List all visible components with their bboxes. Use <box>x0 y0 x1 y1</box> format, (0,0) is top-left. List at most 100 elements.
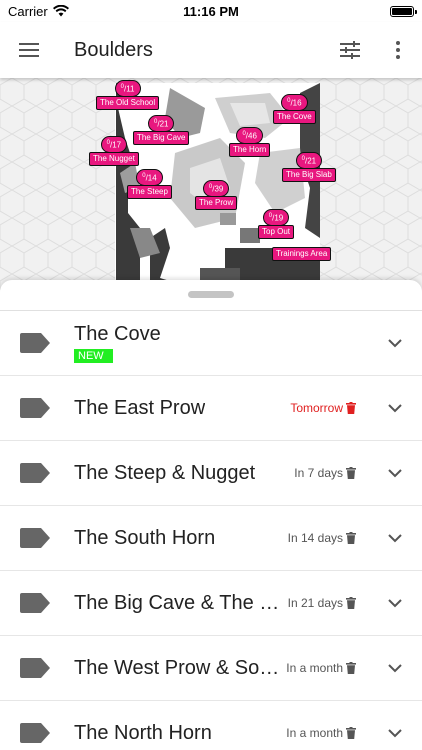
reset-date-label: In 21 days <box>287 596 343 610</box>
reset-date: In a month <box>286 726 356 740</box>
marker-label: The Horn <box>229 142 271 157</box>
list-item[interactable]: The Cove NEW <box>0 311 422 376</box>
hamburger-menu-icon <box>19 43 39 57</box>
reset-date: In 7 days <box>294 466 356 480</box>
label-tag-icon <box>20 463 50 483</box>
marker-label: Trainings Area <box>272 247 332 261</box>
wall-list: The Cove NEW The East Prow Tomorrow The … <box>0 311 422 750</box>
trash-icon <box>346 727 356 739</box>
marker-label: The Prow <box>195 195 238 210</box>
chevron-down-icon[interactable] <box>388 402 402 414</box>
list-item-title: The East Prow <box>74 396 206 419</box>
marker-label: The Nugget <box>89 151 139 166</box>
list-item-text: The North Horn <box>74 701 212 750</box>
more-options-button[interactable] <box>374 22 422 78</box>
list-item-text: The Cove NEW <box>74 311 161 375</box>
list-item-title: The West Prow & South Horn <box>74 656 284 679</box>
marker-progress-badge: 0/16 <box>281 94 308 111</box>
status-bar: Carrier 11:16 PM <box>0 0 422 22</box>
map-marker[interactable]: 0/19 Top Out <box>258 209 295 239</box>
drag-handle[interactable] <box>188 291 234 298</box>
list-item-title: The Big Cave & The Old School <box>74 591 284 614</box>
filter-button[interactable] <box>326 22 374 78</box>
list-item[interactable]: The South Horn In 14 days <box>0 506 422 571</box>
chevron-down-icon[interactable] <box>388 662 402 674</box>
more-vert-icon <box>396 41 400 59</box>
map-marker[interactable]: 0/16 The Cove <box>273 94 316 124</box>
status-left: Carrier <box>8 4 148 19</box>
label-tag-icon <box>20 723 50 743</box>
list-item[interactable]: The Steep & Nugget In 7 days <box>0 441 422 506</box>
list-item-text: The Big Cave & The Old School <box>74 571 284 635</box>
status-right <box>274 5 417 17</box>
marker-progress-badge: 0/11 <box>114 80 141 97</box>
gym-map[interactable]: 0/11 The Old School 0/21 The Big Cave 0/… <box>0 78 422 290</box>
tune-icon <box>340 41 360 59</box>
map-marker[interactable]: 0/21 The Big Cave <box>133 115 190 145</box>
reset-date-label: In a month <box>286 661 343 675</box>
map-marker[interactable]: 0/11 The Old School <box>96 80 160 110</box>
label-tag-icon <box>20 333 50 353</box>
chevron-down-icon[interactable] <box>388 532 402 544</box>
menu-button[interactable] <box>0 22 58 78</box>
marker-progress-badge: 0/14 <box>136 169 163 186</box>
reset-date-label: In 7 days <box>294 466 343 480</box>
list-item-text: The Steep & Nugget <box>74 441 255 505</box>
reset-date-label: In 14 days <box>287 531 343 545</box>
label-tag-icon <box>20 593 50 613</box>
map-marker[interactable]: 0/46 The Horn <box>229 127 271 157</box>
reset-date: In 21 days <box>288 596 356 610</box>
list-item-title: The South Horn <box>74 526 216 549</box>
label-tag-icon <box>20 398 50 418</box>
list-item[interactable]: The North Horn In a month <box>0 701 422 750</box>
trash-icon <box>346 467 356 479</box>
carrier-label: Carrier <box>8 3 48 19</box>
marker-label: The Steep <box>127 184 172 199</box>
marker-progress-badge: 0/46 <box>236 127 263 144</box>
reset-date-label: Tomorrow <box>290 401 343 415</box>
label-tag-icon <box>20 658 50 678</box>
status-time: 11:16 PM <box>183 3 239 19</box>
marker-label: The Old School <box>96 95 160 110</box>
reset-date: In 14 days <box>288 531 356 545</box>
marker-progress-badge: 0/21 <box>295 152 323 169</box>
chevron-down-icon[interactable] <box>388 337 402 349</box>
bottom-sheet: The Cove NEW The East Prow Tomorrow The … <box>0 280 422 750</box>
marker-label: Top Out <box>258 224 295 239</box>
map-marker[interactable]: 0/39 The Prow <box>195 180 238 210</box>
list-item[interactable]: The Big Cave & The Old School In 21 days <box>0 571 422 636</box>
marker-progress-badge: 0/39 <box>202 180 230 197</box>
list-item-title: The North Horn <box>74 721 212 744</box>
marker-label: The Big Slab <box>282 167 336 182</box>
page-title: Boulders <box>74 38 153 61</box>
wifi-icon <box>52 5 69 17</box>
trash-icon <box>346 402 356 414</box>
list-item-text: The West Prow & South Horn <box>74 636 284 700</box>
marker-label: The Big Cave <box>133 130 190 145</box>
marker-label: The Cove <box>273 109 316 124</box>
list-item[interactable]: The West Prow & South Horn In a month <box>0 636 422 701</box>
map-marker[interactable]: Trainings Area <box>272 247 332 261</box>
chevron-down-icon[interactable] <box>388 467 402 479</box>
map-marker[interactable]: 0/21 The Big Slab <box>282 152 336 182</box>
map-marker[interactable]: 0/17 The Nugget <box>89 136 139 166</box>
chevron-down-icon[interactable] <box>388 727 402 739</box>
label-tag-icon <box>20 528 50 548</box>
reset-date-label: In a month <box>286 726 343 740</box>
marker-progress-badge: 0/19 <box>262 209 290 226</box>
battery-icon <box>390 5 417 17</box>
map-marker[interactable]: 0/14 The Steep <box>127 169 172 199</box>
app-bar: Boulders <box>0 22 422 78</box>
chevron-down-icon[interactable] <box>388 597 402 609</box>
new-badge: NEW <box>74 349 113 363</box>
trash-icon <box>346 662 356 674</box>
marker-progress-badge: 0/21 <box>147 115 175 132</box>
list-item[interactable]: The East Prow Tomorrow <box>0 376 422 441</box>
reset-date: Tomorrow <box>290 401 356 415</box>
list-item-title: The Cove <box>74 323 161 345</box>
list-item-title: The Steep & Nugget <box>74 461 256 484</box>
trash-icon <box>346 597 356 609</box>
list-item-text: The East Prow <box>74 376 205 440</box>
marker-progress-badge: 0/17 <box>100 136 128 153</box>
trash-icon <box>346 532 356 544</box>
